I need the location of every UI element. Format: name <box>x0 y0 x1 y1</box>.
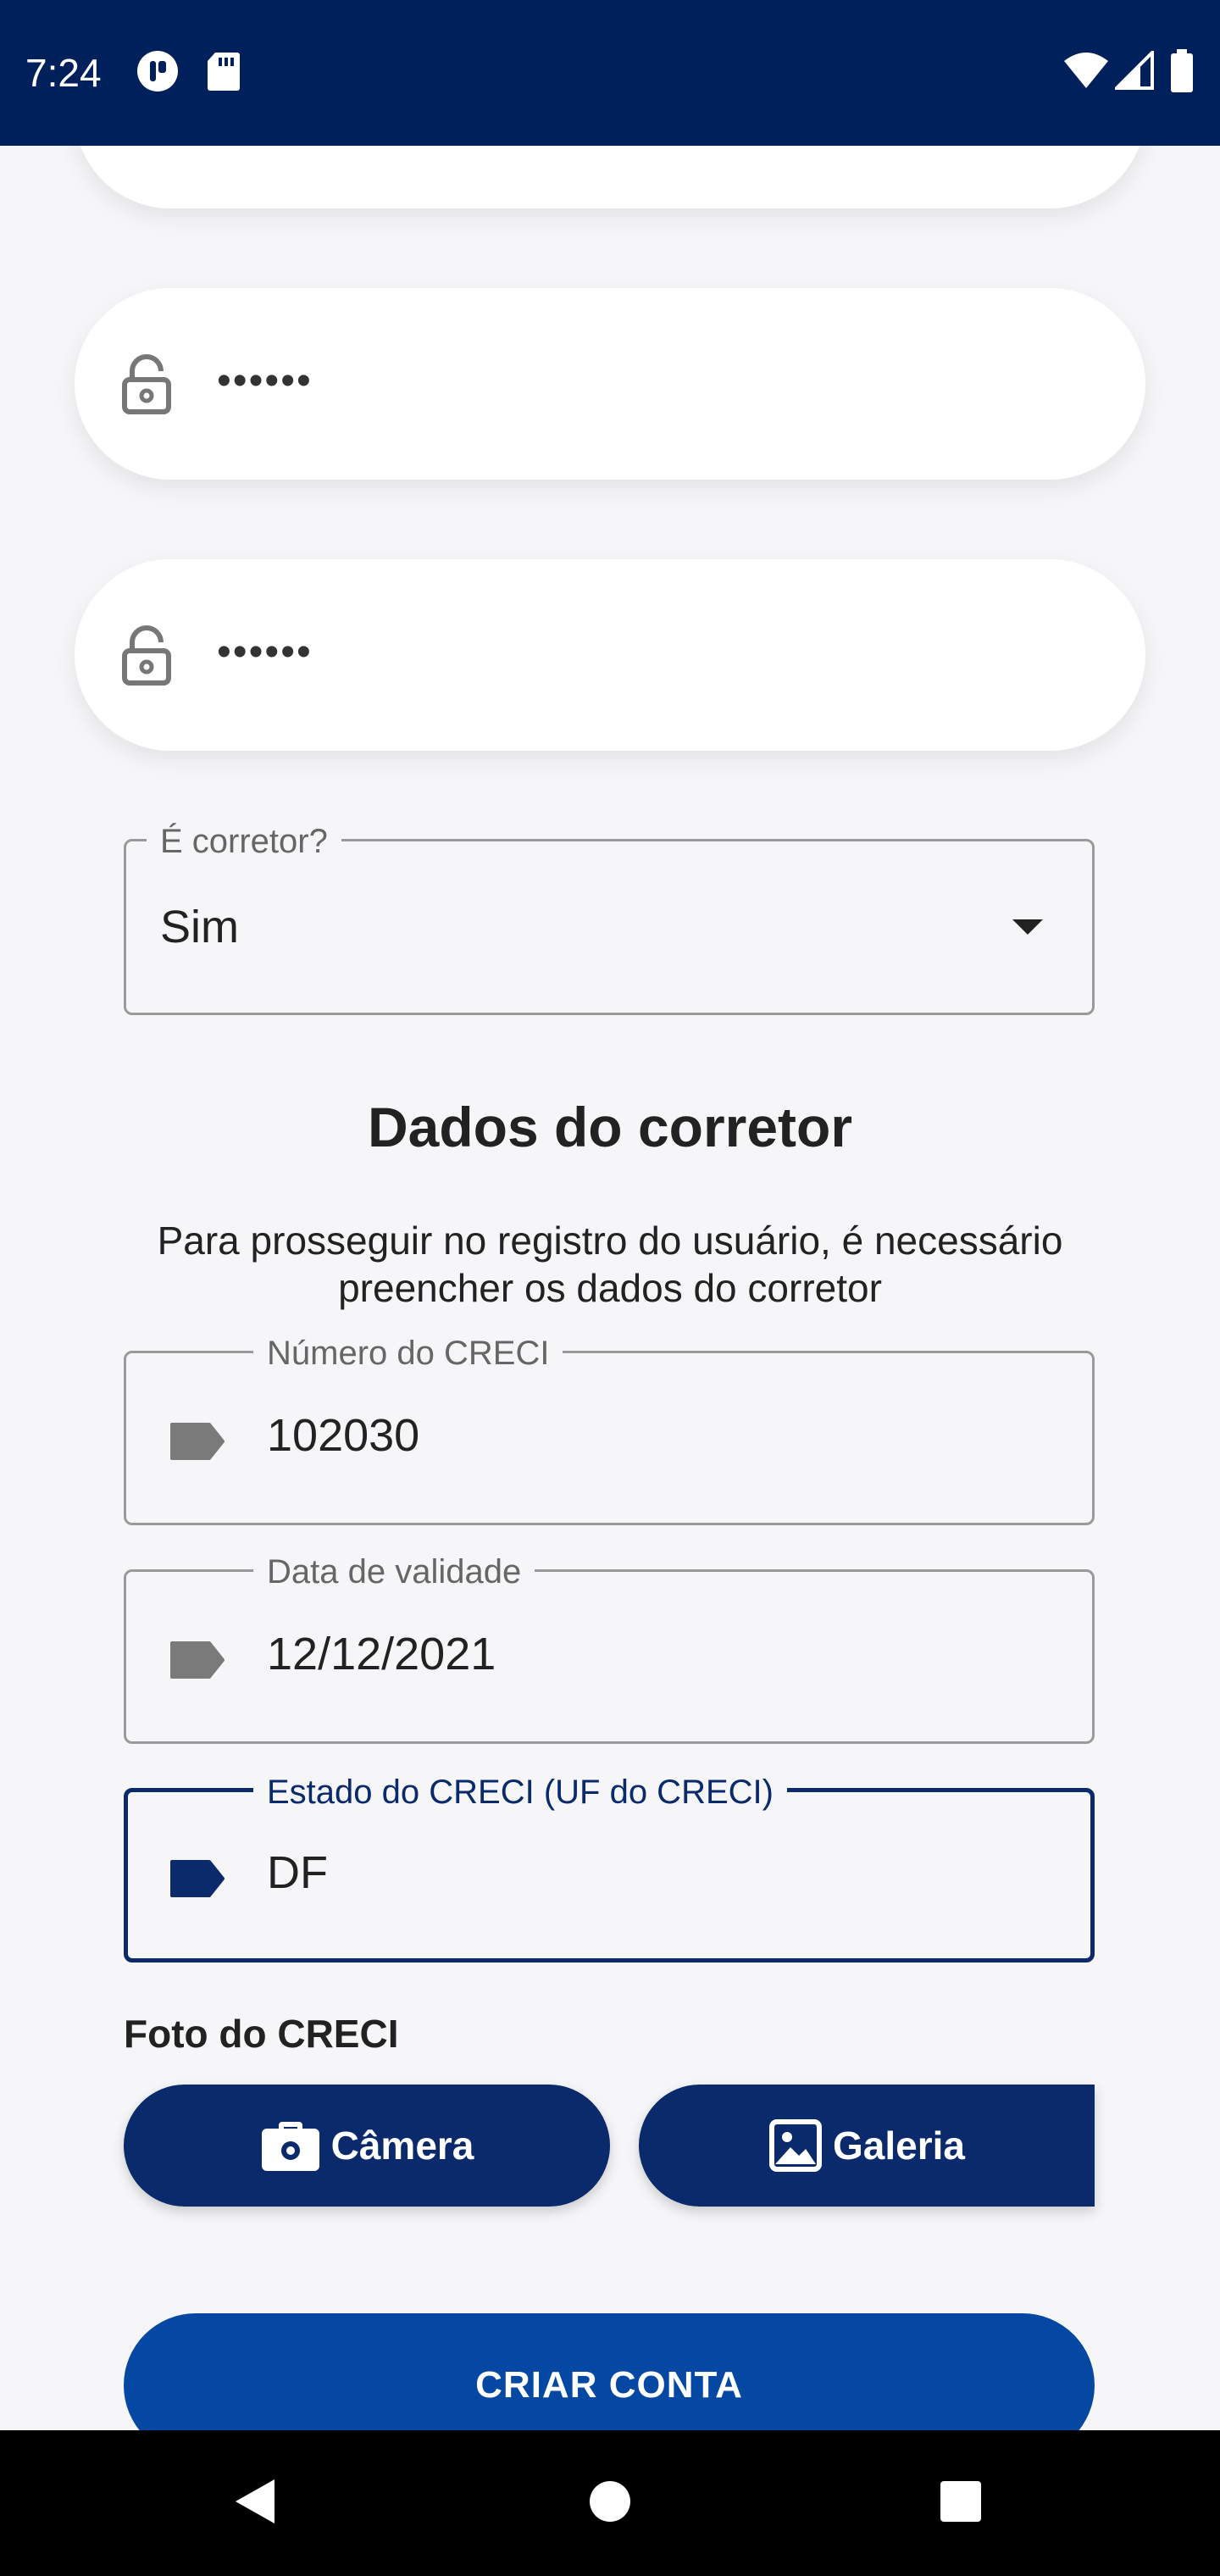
tag-icon <box>170 1423 225 1460</box>
creci-number-value: 102030 <box>267 1410 420 1461</box>
tag-icon <box>170 1860 225 1897</box>
camera-icon <box>261 2122 319 2171</box>
creci-state-label: Estado do CRECI (UF do CRECI) <box>253 1774 787 1811</box>
lock-icon <box>122 625 171 686</box>
password-value: •••••• <box>217 358 313 403</box>
tag-icon <box>170 1641 225 1679</box>
photo-section-label: Foto do CRECI <box>124 2012 399 2056</box>
sd-card-icon <box>208 53 240 91</box>
camera-button[interactable]: Câmera <box>124 2085 610 2207</box>
expiry-date-field[interactable]: Data de validade 12/12/2021 <box>124 1553 1095 1744</box>
home-icon[interactable] <box>588 2479 632 2523</box>
gallery-button[interactable]: Galeria <box>639 2085 1095 2207</box>
creci-state-value: DF <box>267 1847 328 1898</box>
creci-state-field[interactable]: Estado do CRECI (UF do CRECI) DF <box>124 1774 1095 1963</box>
navigation-bar <box>0 2430 1220 2576</box>
status-bar-content: 7:24 <box>0 0 1220 146</box>
expiry-date-value: 12/12/2021 <box>267 1629 496 1679</box>
dropdown-arrow-icon <box>1012 919 1043 935</box>
status-time-label: 7:24 <box>25 51 102 95</box>
create-account-label: CRIAR CONTA <box>475 2364 743 2406</box>
battery-icon <box>1171 49 1193 92</box>
corretor-label: É corretor? <box>147 823 341 860</box>
signal-icon <box>1115 51 1154 90</box>
corretor-value: Sim <box>160 902 239 952</box>
lock-icon <box>122 354 171 414</box>
gallery-icon <box>769 2119 822 2172</box>
expiry-date-label: Data de validade <box>253 1553 535 1591</box>
back-icon[interactable] <box>230 2476 278 2527</box>
section-title: Dados do corretor <box>367 1096 853 1158</box>
wifi-icon <box>1064 53 1108 88</box>
recents-icon[interactable] <box>939 2479 983 2523</box>
creci-number-field[interactable]: Número do CRECI 102030 <box>124 1335 1095 1525</box>
section-description: Para prosseguir no registro do usuário, … <box>157 1219 1063 1310</box>
gallery-button-label: Galeria <box>833 2124 965 2168</box>
corretor-dropdown[interactable]: É corretor? Sim <box>124 823 1095 1015</box>
creci-number-label: Número do CRECI <box>253 1335 563 1372</box>
password-field[interactable]: •••••• <box>75 288 1145 480</box>
confirm-password-value: •••••• <box>217 630 313 675</box>
app-notification-icon <box>137 51 178 92</box>
confirm-password-field[interactable]: •••••• <box>75 559 1145 751</box>
camera-button-label: Câmera <box>330 2124 474 2168</box>
